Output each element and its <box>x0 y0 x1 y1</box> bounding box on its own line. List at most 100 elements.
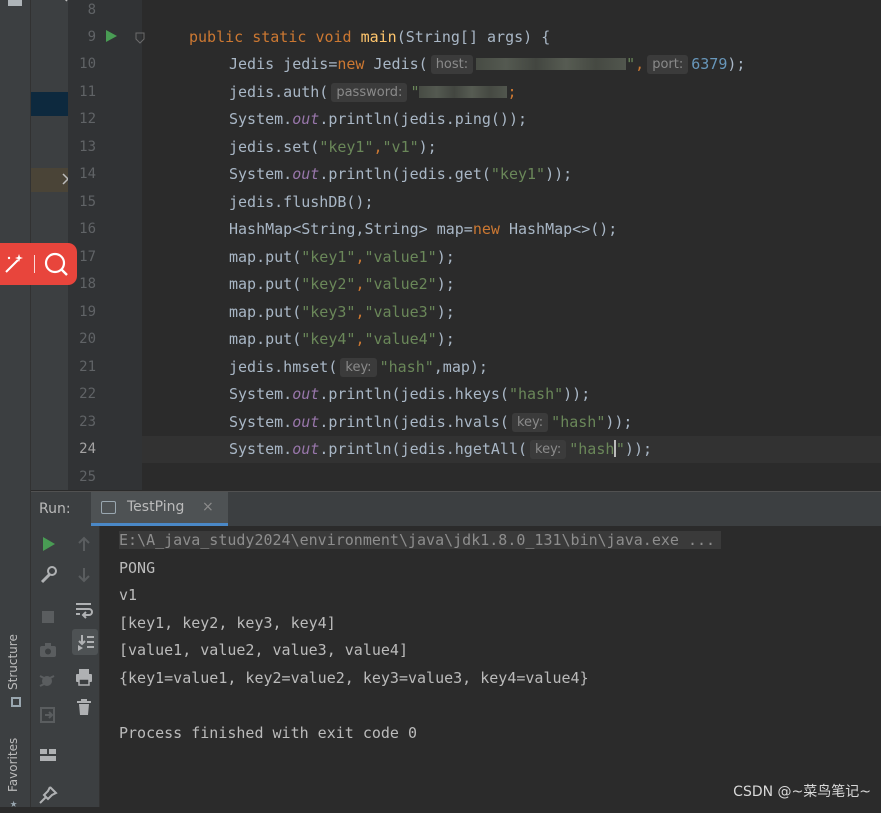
token-comma: , <box>635 55 645 73</box>
scroll-to-end-icon <box>78 635 94 651</box>
console-line: [key1, key2, key3, key4] <box>119 614 336 632</box>
token-string: "key3" <box>301 303 356 321</box>
code-line: jedis.flushDB(); <box>229 189 374 216</box>
param-hint: key: <box>511 413 549 432</box>
token-text: jedis.ping()); <box>400 110 528 128</box>
line-number: 25 <box>79 469 96 485</box>
token-string: " <box>410 83 420 101</box>
debug-settings-button[interactable] <box>37 671 59 693</box>
redacted-password <box>419 86 508 98</box>
tree-selected-row[interactable] <box>31 92 68 116</box>
line-number: 21 <box>79 359 96 375</box>
token-text: ); <box>436 330 455 348</box>
code-line: map.put("key4","value4"); <box>229 326 455 353</box>
console-output[interactable]: E:\A_java_study2024\environment\java\jdk… <box>100 526 881 807</box>
param-hint: host: <box>430 55 474 74</box>
previous-occurrence-button[interactable] <box>73 533 95 555</box>
token-function: main <box>360 28 397 46</box>
line-number: 11 <box>79 84 96 100</box>
line-number: 19 <box>79 304 96 320</box>
toolbar-divider <box>34 255 35 273</box>
token-string: "value4" <box>364 330 437 348</box>
param-hint: key: <box>340 358 377 377</box>
code-line: jedis.hmset(key: "hash",map); <box>229 354 488 381</box>
token-string: " <box>615 440 625 458</box>
token-text: jedis.get( <box>400 165 491 183</box>
run-panel-label: Run: <box>39 501 71 517</box>
edit-config-button[interactable] <box>37 564 59 586</box>
token-field: out <box>292 110 320 128</box>
console-line: [value1, value2, value3, value4] <box>119 641 408 659</box>
clear-all-button[interactable] <box>73 696 95 718</box>
exit-icon <box>40 707 55 723</box>
line-number: 22 <box>79 386 96 402</box>
structure-tool-tab[interactable]: Structure <box>6 634 20 690</box>
token-text: Jedis jedis= <box>229 55 338 73</box>
code-line: System.out.println(jedis.hkeys("hash")); <box>229 381 590 408</box>
run-main-icon[interactable] <box>106 30 117 42</box>
redacted-host <box>476 58 627 70</box>
token-text: HashMap<>(); <box>499 220 618 238</box>
scroll-to-end-button[interactable] <box>72 629 98 655</box>
watermark: CSDN @~菜鸟笔记~ <box>733 784 871 800</box>
token-text: jedis.hkeys( <box>400 385 509 403</box>
token-text: map.put( <box>229 303 302 321</box>
token-text: System. <box>229 385 293 403</box>
token-text: )); <box>563 385 591 403</box>
token-semicolon: ; <box>507 83 517 101</box>
run-toolbar <box>31 526 100 807</box>
token-text: map.put( <box>229 248 302 266</box>
token-string: "key1" <box>319 138 374 156</box>
token-string: "hash" <box>508 385 564 403</box>
pin-tab-button[interactable] <box>37 784 59 806</box>
token-string: "value1" <box>364 248 437 266</box>
token-keyword: new <box>472 220 500 238</box>
dump-threads-button[interactable] <box>37 639 59 661</box>
stop-button[interactable] <box>37 606 59 628</box>
search-icon[interactable] <box>43 251 69 277</box>
token-keyword: void <box>315 28 352 46</box>
print-button[interactable] <box>73 666 95 688</box>
param-hint: password: <box>331 83 408 102</box>
token-text: jedis.set( <box>229 138 320 156</box>
code-editor[interactable]: public static void main(String[] args) {… <box>142 0 881 490</box>
soft-wrap-icon <box>76 603 93 619</box>
close-tab-icon[interactable]: × <box>202 499 214 515</box>
arrow-down-icon <box>78 568 90 583</box>
structure-tab-label: Structure <box>6 634 20 690</box>
token-number: 6379 <box>691 55 728 73</box>
line-number: 13 <box>79 139 96 155</box>
console-line: E:\A_java_study2024\environment\java\jdk… <box>119 527 722 554</box>
floating-toolbar[interactable] <box>0 243 77 285</box>
token-text: HashMap<String,String> map= <box>229 220 473 238</box>
token-text: .println( <box>319 165 401 183</box>
run-tab-label: TestPing <box>127 499 185 515</box>
token-keyword: public <box>189 28 244 46</box>
token-string: "key1" <box>301 248 356 266</box>
project-tool-button[interactable] <box>8 0 22 6</box>
rerun-button[interactable] <box>37 533 59 555</box>
next-occurrence-button[interactable] <box>73 564 95 586</box>
soft-wrap-button[interactable] <box>73 598 95 620</box>
code-line: public static void main(String[] args) { <box>189 24 550 51</box>
token-string: "value2" <box>364 275 437 293</box>
token-text: System. <box>229 165 293 183</box>
token-text: jedis.hvals( <box>400 413 509 431</box>
bug-settings-icon <box>39 675 55 687</box>
token-text: .println( <box>319 440 401 458</box>
console-line: Process finished with exit code 0 <box>119 724 418 742</box>
magic-wand-icon[interactable] <box>2 252 26 276</box>
token-text: Jedis( <box>364 55 428 73</box>
token-text: jedis.flushDB(); <box>229 193 374 211</box>
token-text: )); <box>624 440 653 458</box>
token-field: out <box>292 413 320 431</box>
token-text: .println( <box>319 110 401 128</box>
line-number: 16 <box>79 221 96 237</box>
favorites-tool-tab[interactable]: Favorites <box>6 738 20 792</box>
command-line[interactable]: E:\A_java_study2024\environment\java\jdk… <box>119 531 722 549</box>
line-number: 14 <box>79 166 96 182</box>
layout-button[interactable] <box>37 744 59 766</box>
token-string: "value3" <box>364 303 437 321</box>
run-tab-testping[interactable]: TestPing × <box>91 492 228 526</box>
exit-button[interactable] <box>37 704 59 726</box>
